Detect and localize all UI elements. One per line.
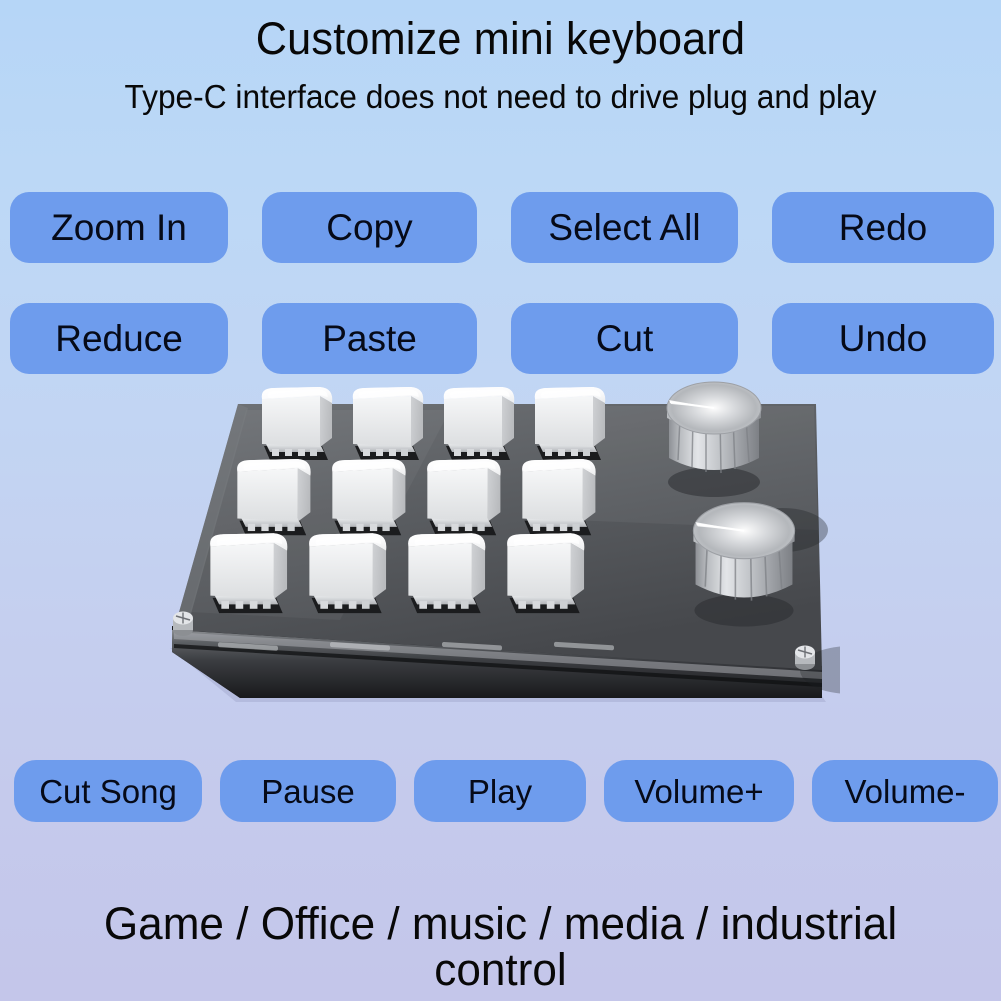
use-cases-footer: Game / Office / music / media / industri… xyxy=(103,898,898,995)
shortcut-button-select-all[interactable]: Select All xyxy=(511,192,738,263)
shortcut-button-redo[interactable]: Redo xyxy=(772,192,994,263)
media-button-play[interactable]: Play xyxy=(414,760,586,822)
product-poster: Customize mini keyboard Type-C interface… xyxy=(0,0,1001,1001)
shortcut-button-undo[interactable]: Undo xyxy=(772,303,994,374)
shortcut-button-row-1: Zoom In Copy Select All Redo xyxy=(10,192,994,263)
media-button-cut-song[interactable]: Cut Song xyxy=(14,760,202,822)
page-title: Customize mini keyboard xyxy=(255,13,746,64)
media-button-volume-down[interactable]: Volume- xyxy=(812,760,998,822)
shortcut-button-row-2: Reduce Paste Cut Undo xyxy=(10,303,994,374)
shortcut-button-copy[interactable]: Copy xyxy=(262,192,477,263)
shortcut-button-zoom-in[interactable]: Zoom In xyxy=(10,192,228,263)
media-button-pause[interactable]: Pause xyxy=(220,760,396,822)
shortcut-button-paste[interactable]: Paste xyxy=(262,303,477,374)
shortcut-button-reduce[interactable]: Reduce xyxy=(10,303,228,374)
product-image-mini-keyboard xyxy=(150,380,840,740)
media-button-row: Cut Song Pause Play Volume+ Volume- xyxy=(14,760,998,822)
page-subtitle: Type-C interface does not need to drive … xyxy=(124,78,877,115)
media-button-volume-up[interactable]: Volume+ xyxy=(604,760,794,822)
shortcut-button-cut[interactable]: Cut xyxy=(511,303,738,374)
